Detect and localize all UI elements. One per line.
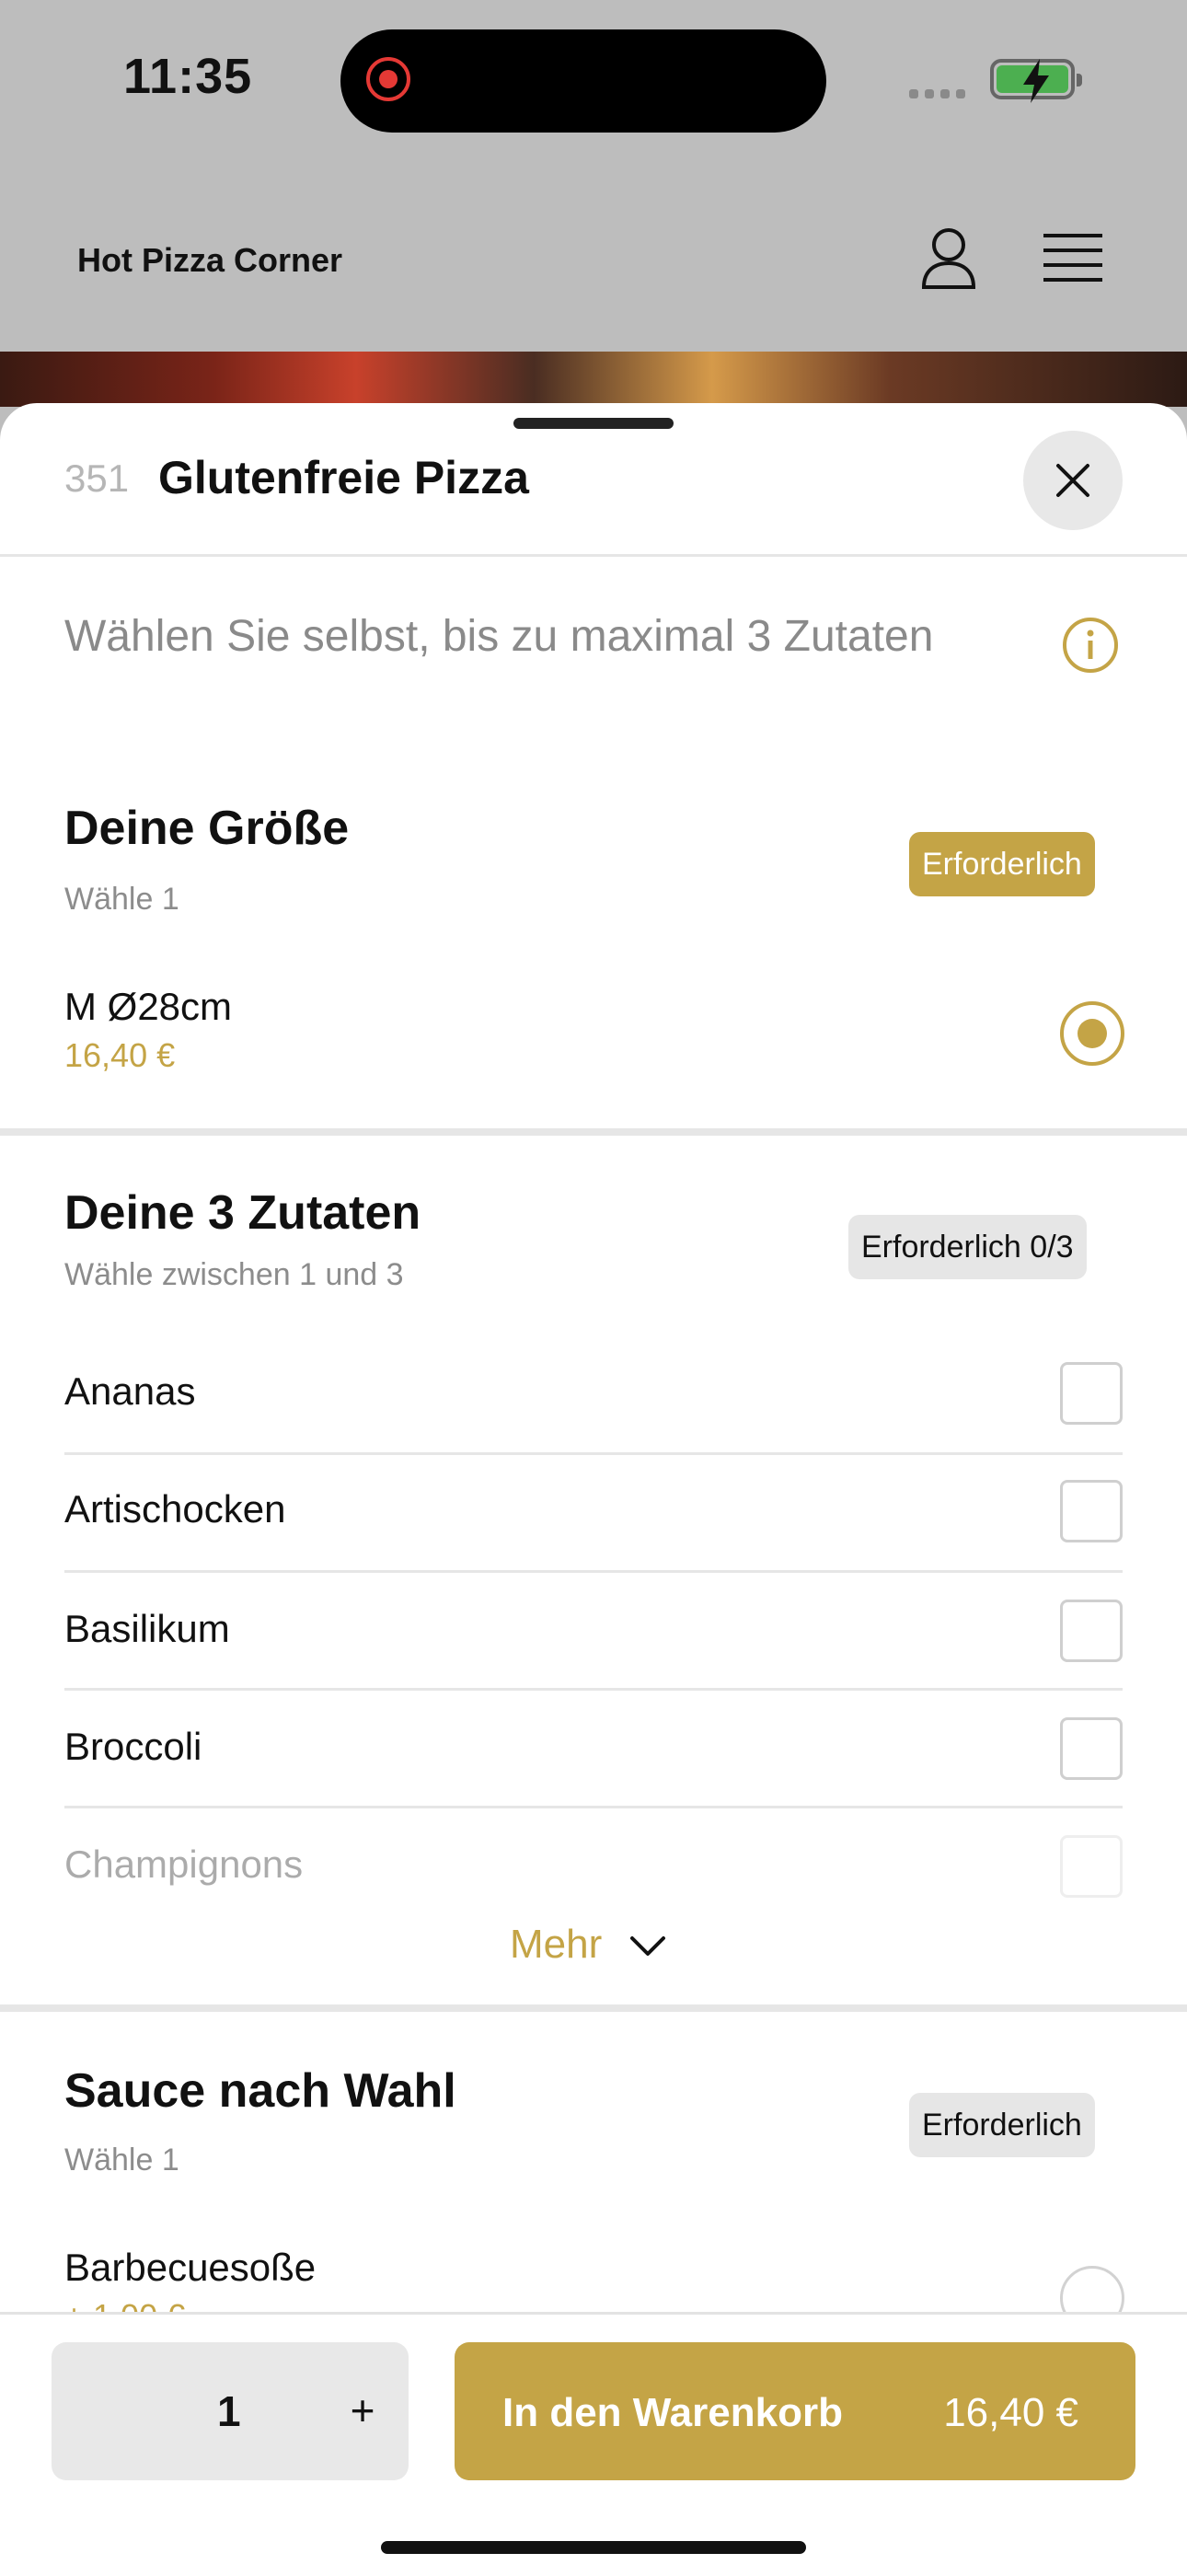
status-time: 11:35 — [123, 49, 253, 104]
sauce-section-subtitle: Wähle 1 — [64, 2143, 179, 2177]
item-title: Glutenfreie Pizza — [158, 452, 529, 503]
hero-image-strip — [0, 352, 1187, 407]
row-divider — [64, 1452, 1123, 1455]
close-button[interactable] — [1023, 431, 1123, 530]
chevron-down-icon[interactable] — [629, 1935, 666, 1963]
header-divider — [0, 554, 1187, 557]
add-to-cart-button[interactable]: In den Warenkorb 16,40 € — [455, 2342, 1135, 2480]
topping-checkbox[interactable] — [1060, 1835, 1123, 1898]
item-number: 351 — [64, 456, 130, 500]
more-button[interactable]: Mehr — [510, 1922, 602, 1968]
screen-recording-icon — [366, 57, 410, 101]
home-indicator[interactable] — [381, 2541, 806, 2554]
topping-checkbox[interactable] — [1060, 1480, 1123, 1542]
topping-label[interactable]: Broccoli — [64, 1725, 202, 1769]
required-badge: Erforderlich — [909, 2093, 1095, 2157]
required-count-badge: Erforderlich 0/3 — [848, 1215, 1087, 1279]
toppings-section-title: Deine 3 Zutaten — [64, 1186, 421, 1240]
info-icon[interactable] — [1062, 617, 1119, 678]
sauce-section-title: Sauce nach Wahl — [64, 2064, 456, 2118]
section-divider — [0, 2004, 1187, 2012]
bottom-action-bar: 1 + In den Warenkorb 16,40 € — [0, 2312, 1187, 2576]
user-account-icon[interactable] — [920, 226, 977, 295]
quantity-value: 1 — [217, 2387, 241, 2435]
cellular-signal-icon — [909, 87, 972, 103]
topping-label[interactable]: Ananas — [64, 1369, 195, 1414]
battery-charging-icon — [990, 59, 1082, 103]
size-section-subtitle: Wähle 1 — [64, 882, 179, 917]
instructions-text: Wählen Sie selbst, bis zu maximal 3 Zuta… — [64, 612, 934, 661]
section-divider — [0, 1128, 1187, 1136]
restaurant-name: Hot Pizza Corner — [77, 241, 343, 279]
topping-label[interactable]: Basilikum — [64, 1607, 230, 1651]
row-divider — [64, 1570, 1123, 1573]
size-section-title: Deine Größe — [64, 802, 350, 855]
add-to-cart-label: In den Warenkorb — [502, 2390, 843, 2435]
dynamic-island — [340, 29, 826, 133]
increment-button[interactable]: + — [328, 2375, 398, 2445]
size-option-label[interactable]: M Ø28cm — [64, 985, 232, 1029]
topping-checkbox[interactable] — [1060, 1717, 1123, 1780]
sauce-option-label[interactable]: Barbecuesoße — [64, 2246, 316, 2290]
row-divider — [64, 1688, 1123, 1691]
quantity-stepper[interactable]: 1 + — [52, 2342, 409, 2480]
toppings-section-subtitle: Wähle zwischen 1 und 3 — [64, 1257, 404, 1292]
row-divider — [64, 1806, 1123, 1808]
topping-label[interactable]: Artischocken — [64, 1487, 285, 1531]
close-icon — [1056, 464, 1089, 497]
size-option-price: 16,40 € — [64, 1036, 176, 1074]
topping-checkbox[interactable] — [1060, 1362, 1123, 1425]
product-detail-sheet: 351 Glutenfreie Pizza Wählen Sie selbst,… — [0, 403, 1187, 2573]
hamburger-menu-icon[interactable] — [1043, 232, 1102, 290]
size-option-radio-selected[interactable] — [1060, 1001, 1124, 1066]
required-badge: Erforderlich — [909, 832, 1095, 896]
topping-checkbox[interactable] — [1060, 1600, 1123, 1662]
topping-label[interactable]: Champignons — [64, 1842, 303, 1887]
cart-total-price: 16,40 € — [943, 2390, 1078, 2435]
sheet-grabber[interactable] — [513, 418, 674, 429]
